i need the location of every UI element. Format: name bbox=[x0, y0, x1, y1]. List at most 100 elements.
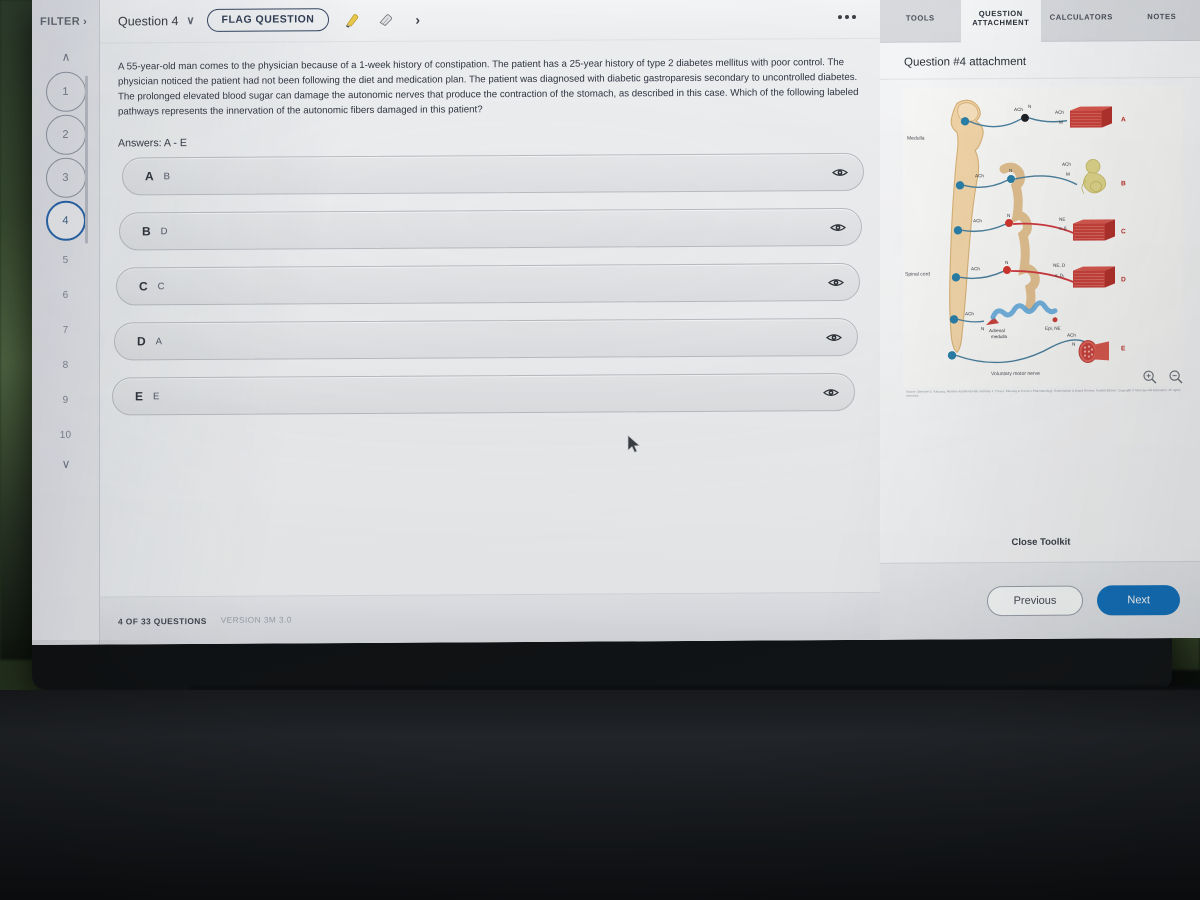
question-number-1[interactable]: 1 bbox=[45, 71, 86, 112]
laptop-deck: esc☀F1☀F2▤F3⌕F4Ἲ4F5☾F6⏪F7⏯F8⏩F9ὐ7F10ὐ8F1… bbox=[0, 690, 1200, 900]
zoom-in-icon[interactable] bbox=[1142, 369, 1158, 385]
zoom-out-icon[interactable] bbox=[1168, 369, 1184, 385]
autonomic-pathways-diagram[interactable]: Medulla Spinal cord ACh N ACh M A ACh N … bbox=[902, 85, 1184, 388]
question-label: Question 4 bbox=[118, 13, 179, 28]
question-number-4[interactable]: 4 bbox=[45, 200, 86, 241]
question-pane: Question 4 ∨ FLAG QUESTION › A 55-year-o… bbox=[100, 0, 880, 645]
previous-button[interactable]: Previous bbox=[986, 585, 1084, 617]
eye-strike-icon[interactable] bbox=[822, 383, 840, 401]
toolkit-tabs[interactable]: TOOLS QUESTION ATTACHMENT CALCULATORS NOTES bbox=[880, 0, 1200, 43]
close-toolkit-row: Close Toolkit bbox=[880, 520, 1200, 563]
answer-letter: D bbox=[137, 334, 146, 349]
toolkit-tab-question-attachment[interactable]: QUESTION ATTACHMENT bbox=[960, 0, 1041, 43]
svg-text:N: N bbox=[1007, 213, 1010, 218]
answer-letter: A bbox=[145, 169, 154, 184]
question-number-7[interactable]: 7 bbox=[46, 314, 86, 346]
toolkit-tab-calculators[interactable]: CALCULATORS bbox=[1041, 0, 1122, 42]
highlighter-icon[interactable] bbox=[341, 8, 363, 30]
eye-strike-icon[interactable] bbox=[827, 273, 845, 291]
svg-text:Spinal cord: Spinal cord bbox=[905, 272, 930, 278]
answer-letter: E bbox=[135, 389, 144, 404]
filter-label: FILTER bbox=[40, 15, 81, 28]
svg-text:N: N bbox=[1072, 342, 1075, 347]
answer-option-E[interactable]: EE bbox=[112, 373, 855, 416]
svg-text:ACh: ACh bbox=[1014, 107, 1023, 112]
question-number-6[interactable]: 6 bbox=[46, 279, 86, 311]
attachment-source-note: Source: Bertram G. Katzung, Marieke Knol… bbox=[906, 387, 1181, 399]
answers-heading: Answers: A - E bbox=[118, 137, 187, 150]
question-number-3[interactable]: 3 bbox=[45, 157, 86, 198]
eye-strike-icon[interactable] bbox=[831, 163, 849, 181]
svg-text:α, D₁: α, D₁ bbox=[1055, 273, 1065, 278]
question-number-8[interactable]: 8 bbox=[46, 349, 86, 381]
answer-letter: B bbox=[142, 224, 151, 239]
next-button[interactable]: Next bbox=[1097, 584, 1180, 616]
eye-strike-icon[interactable] bbox=[825, 328, 843, 346]
svg-text:ACh: ACh bbox=[973, 218, 982, 223]
navigation-buttons: Previous Next bbox=[880, 560, 1200, 640]
photo-scene: FILTER › ∧ 1 2 3 4 5 6 7 8 9 10 ∨ Question 4 ∨ bbox=[0, 0, 1200, 900]
svg-text:ACh: ACh bbox=[1062, 162, 1071, 167]
answer-options-list: ABBDCCDAEE bbox=[100, 153, 880, 416]
close-toolkit-button[interactable]: Close Toolkit bbox=[1012, 536, 1071, 547]
svg-text:Adrenal: Adrenal bbox=[989, 328, 1005, 333]
pathway-label-E: E bbox=[1121, 345, 1126, 352]
answer-option-B[interactable]: BD bbox=[119, 208, 862, 251]
question-number-2[interactable]: 2 bbox=[45, 114, 86, 155]
scroll-down-button[interactable]: ∨ bbox=[32, 451, 100, 477]
answer-value: A bbox=[155, 335, 163, 347]
svg-text:N: N bbox=[981, 326, 984, 331]
question-number-9[interactable]: 9 bbox=[46, 384, 86, 416]
more-options-button[interactable] bbox=[830, 7, 864, 27]
toolkit-tab-notes[interactable]: NOTES bbox=[1121, 0, 1200, 42]
question-toolbar: Question 4 ∨ FLAG QUESTION › bbox=[100, 0, 880, 44]
answer-value: B bbox=[163, 170, 171, 182]
question-number-10[interactable]: 10 bbox=[46, 419, 86, 451]
mouse-cursor bbox=[627, 434, 641, 453]
pathway-label-C: C bbox=[1121, 228, 1126, 235]
version-label: VERSION 3M 3.0 bbox=[220, 615, 292, 625]
scroll-up-button[interactable]: ∧ bbox=[32, 44, 100, 70]
pathway-label-D: D bbox=[1121, 276, 1126, 283]
laptop-screen: FILTER › ∧ 1 2 3 4 5 6 7 8 9 10 ∨ Question 4 ∨ bbox=[32, 0, 1200, 646]
svg-text:ACh: ACh bbox=[965, 311, 974, 316]
svg-text:ACh: ACh bbox=[975, 173, 984, 178]
answer-value: E bbox=[153, 390, 160, 402]
flag-question-button[interactable]: FLAG QUESTION bbox=[206, 8, 330, 32]
answer-value: D bbox=[160, 225, 168, 237]
eraser-icon[interactable] bbox=[375, 8, 397, 30]
question-number-5[interactable]: 5 bbox=[46, 244, 86, 276]
svg-text:N: N bbox=[1005, 260, 1008, 265]
question-footer: 4 OF 33 QUESTIONS VERSION 3M 3.0 bbox=[100, 591, 880, 645]
svg-text:Voluntary motor nerve: Voluntary motor nerve bbox=[991, 371, 1040, 377]
pathway-label-B: B bbox=[1121, 180, 1126, 187]
attachment-title: Question #4 attachment bbox=[880, 40, 1200, 80]
svg-text:medulla: medulla bbox=[991, 334, 1008, 339]
attachment-zoom-controls[interactable] bbox=[1142, 369, 1184, 385]
toolkit-panel: TOOLS QUESTION ATTACHMENT CALCULATORS NOTES… bbox=[880, 0, 1200, 640]
question-navigator-sidebar[interactable]: FILTER › ∧ 1 2 3 4 5 6 7 8 9 10 ∨ bbox=[32, 0, 100, 646]
navigator-scrollbar[interactable] bbox=[85, 75, 88, 244]
next-tool-chevron-icon[interactable]: › bbox=[415, 11, 420, 27]
laptop-lid: FILTER › ∧ 1 2 3 4 5 6 7 8 9 10 ∨ Question 4 ∨ bbox=[32, 0, 1200, 690]
svg-text:NE: NE bbox=[1059, 217, 1065, 222]
svg-text:ACh: ACh bbox=[971, 266, 980, 271]
chevron-right-icon: › bbox=[83, 15, 87, 28]
answer-option-A[interactable]: AB bbox=[122, 153, 864, 196]
toolkit-body: Question #4 attachment Medulla Spinal co… bbox=[880, 40, 1200, 563]
answer-option-D[interactable]: DA bbox=[114, 318, 858, 361]
attachment-image-container[interactable]: Medulla Spinal cord ACh N ACh M A ACh N … bbox=[880, 78, 1200, 399]
svg-text:N: N bbox=[1028, 104, 1031, 109]
filter-button[interactable]: FILTER › bbox=[32, 0, 99, 44]
question-selector[interactable]: Question 4 ∨ bbox=[118, 14, 195, 28]
eye-strike-icon[interactable] bbox=[829, 218, 847, 236]
answer-option-C[interactable]: CC bbox=[116, 263, 860, 306]
toolkit-tab-tools[interactable]: TOOLS bbox=[880, 0, 961, 43]
svg-text:M: M bbox=[1066, 172, 1070, 177]
chevron-down-icon: ∨ bbox=[186, 15, 195, 28]
svg-text:M: M bbox=[1059, 120, 1063, 125]
question-number-list[interactable]: 1 2 3 4 5 6 7 8 9 10 bbox=[32, 70, 99, 451]
svg-text:Epi, NE: Epi, NE bbox=[1045, 326, 1061, 331]
svg-text:Medulla: Medulla bbox=[907, 136, 925, 142]
pathway-label-A: A bbox=[1121, 116, 1126, 123]
